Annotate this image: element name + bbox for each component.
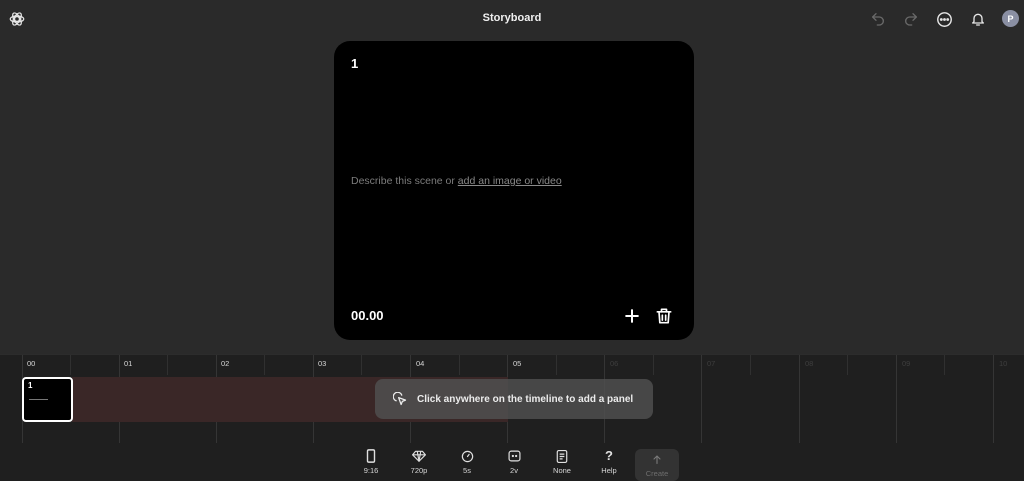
pointer-click-icon: [393, 391, 407, 405]
tick-label: 01: [124, 359, 133, 368]
timeline-gridline: [361, 355, 362, 375]
aspect-ratio-button[interactable]: 9:16: [349, 449, 393, 479]
timeline-gridline: [70, 355, 71, 375]
more-options-button[interactable]: [934, 9, 954, 29]
help-button[interactable]: ? Help: [587, 449, 631, 479]
top-bar: Storyboard P: [0, 0, 1024, 38]
scene-prompt-text: Describe this scene or: [351, 175, 458, 187]
more-icon: [936, 11, 952, 27]
tick-label: 09: [902, 359, 911, 368]
variations-button[interactable]: 2v: [492, 449, 536, 479]
notifications-button[interactable]: [968, 9, 988, 29]
timeline-gridline: [167, 355, 168, 375]
style-preset-label: None: [553, 466, 571, 475]
bell-icon: [972, 13, 984, 26]
bottom-toolbar: 9:16 720p 5s 2v None ? Help: [0, 444, 1024, 481]
style-preset-button[interactable]: None: [540, 449, 584, 479]
add-scene-button[interactable]: [622, 306, 642, 326]
variations-label: 2v: [510, 466, 518, 475]
scene-number: 1: [351, 56, 359, 71]
delete-scene-button[interactable]: [654, 306, 674, 326]
plus-icon: [625, 309, 639, 323]
timeline-gridline: [944, 355, 945, 375]
duration-button[interactable]: 5s: [445, 449, 489, 479]
storyboard-app: Storyboard P 1 Describe this scene or ad…: [0, 0, 1024, 481]
arrow-up-icon: [653, 455, 661, 465]
create-label: Create: [645, 469, 669, 478]
tick-label: 08: [805, 359, 814, 368]
clock-icon: [461, 450, 473, 462]
tick-label: 07: [707, 359, 716, 368]
timeline-gridline: [556, 355, 557, 375]
timeline-gridline: [750, 355, 751, 375]
undo-icon: [872, 13, 884, 26]
question-mark-icon: ?: [605, 448, 613, 463]
redo-icon: [905, 13, 917, 26]
help-label: Help: [601, 466, 617, 475]
timeline-panel[interactable]: 1: [22, 377, 73, 422]
tick-label: 00: [27, 359, 36, 368]
tick-label: 05: [513, 359, 522, 368]
resolution-button[interactable]: 720p: [397, 449, 441, 479]
avatar[interactable]: P: [1002, 10, 1019, 27]
timeline-ruler: 00 01 02 03 04 05 06 07 08 09 10: [0, 355, 1024, 375]
scene-card[interactable]: 1 Describe this scene or add an image or…: [334, 41, 694, 340]
timeline-gridline: [993, 355, 994, 443]
timeline-gridline: [264, 355, 265, 375]
add-media-link[interactable]: add an image or video: [458, 175, 562, 187]
timeline-hint: Click anywhere on the timeline to add a …: [375, 379, 653, 419]
panel-placeholder-line: [29, 399, 48, 400]
timeline-gridline: [847, 355, 848, 375]
timeline-gridline: [896, 355, 897, 443]
phone-icon: [366, 449, 376, 463]
variations-icon: [507, 450, 521, 462]
tick-label: 10: [999, 359, 1008, 368]
create-button[interactable]: Create: [635, 449, 679, 481]
diamond-icon: [412, 450, 426, 462]
document-icon: [556, 449, 568, 463]
timeline-gridline: [459, 355, 460, 375]
tick-label: 04: [416, 359, 425, 368]
scene-prompt[interactable]: Describe this scene or add an image or v…: [351, 175, 562, 187]
timeline-gridline: [799, 355, 800, 443]
trash-icon: [656, 308, 672, 324]
openai-logo-icon[interactable]: [8, 10, 26, 28]
scene-time: 00.00: [351, 308, 384, 323]
redo-button[interactable]: [901, 9, 921, 29]
aspect-ratio-label: 9:16: [363, 466, 379, 475]
panel-number: 1: [28, 381, 33, 390]
tick-label: 02: [221, 359, 230, 368]
timeline-hint-text: Click anywhere on the timeline to add a …: [417, 393, 634, 405]
duration-label: 5s: [463, 466, 471, 475]
undo-button[interactable]: [868, 9, 888, 29]
tick-label: 06: [610, 359, 619, 368]
timeline-gridline: [653, 355, 654, 375]
resolution-label: 720p: [410, 466, 428, 475]
timeline-gridline: [701, 355, 702, 443]
tick-label: 03: [318, 359, 327, 368]
timeline[interactable]: 00 01 02 03 04 05 06 07 08 09 10 1 Click…: [0, 354, 1024, 444]
